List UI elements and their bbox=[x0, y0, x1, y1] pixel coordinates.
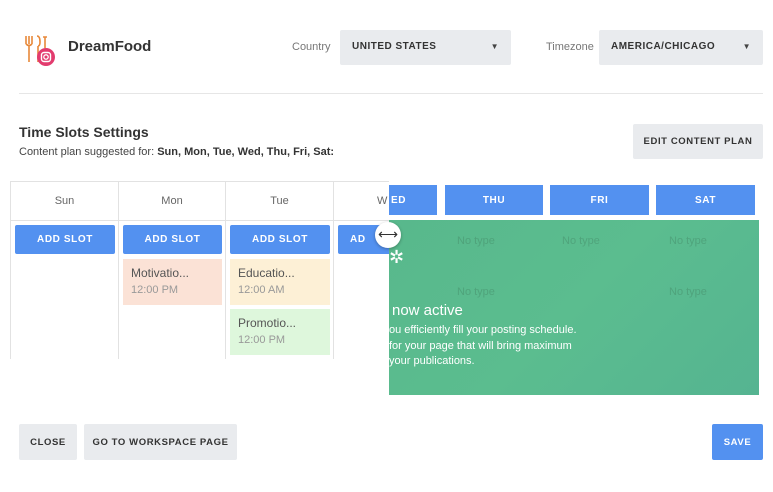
day-column-wed: W AD bbox=[334, 182, 389, 359]
slot-card[interactable]: Educatio... 12:00 AM bbox=[230, 259, 330, 305]
day-header-mon: Mon bbox=[119, 182, 225, 221]
day-header-sat: SAT bbox=[656, 185, 755, 215]
timezone-value: AMERICA/CHICAGO bbox=[611, 41, 716, 52]
save-button[interactable]: SAVE bbox=[712, 424, 763, 460]
day-header-tue: Tue bbox=[226, 182, 333, 221]
go-to-workspace-button[interactable]: GO TO WORKSPACE PAGE bbox=[84, 424, 237, 460]
day-header-thu: THU bbox=[445, 185, 543, 215]
chevron-down-icon: ▼ bbox=[490, 42, 499, 51]
brand-name: DreamFood bbox=[68, 38, 152, 55]
header-divider bbox=[19, 93, 763, 94]
resize-handle-icon[interactable]: ⟷ bbox=[375, 222, 401, 248]
day-column-sun: Sun ADD SLOT bbox=[11, 182, 119, 359]
plan-prefix: Content plan suggested for: bbox=[19, 146, 155, 158]
overlay-text-line: ou efficiently fill your posting schedul… bbox=[389, 324, 577, 336]
slot-title: Educatio... bbox=[238, 266, 295, 280]
sparkle-icon: ✲ bbox=[389, 247, 405, 267]
overlay-text-line: your publications. bbox=[389, 355, 475, 367]
slot-time: 12:00 AM bbox=[238, 284, 285, 296]
country-select[interactable]: UNITED STATES ▼ bbox=[340, 30, 511, 65]
ghost-slot: No type bbox=[669, 286, 707, 298]
overlay-text-line: for your page that will bring maximum bbox=[389, 340, 572, 352]
feature-overlay: ED THU FRI SAT No type No type No type N… bbox=[389, 181, 759, 395]
day-header-sun: Sun bbox=[11, 182, 118, 221]
slot-time: 12:00 PM bbox=[131, 284, 179, 296]
ghost-slot: No type bbox=[457, 286, 495, 298]
day-header-wed-blue: ED bbox=[389, 185, 437, 215]
day-header-fri: FRI bbox=[550, 185, 649, 215]
overlay-title: now active bbox=[392, 302, 463, 319]
ghost-slot: No type bbox=[669, 235, 707, 247]
add-slot-button-mon[interactable]: ADD SLOT bbox=[123, 225, 222, 254]
day-column-tue: Tue ADD SLOT Educatio... 12:00 AM Promot… bbox=[226, 182, 334, 359]
slot-card[interactable]: Motivatio... 12:00 PM bbox=[123, 259, 222, 305]
time-slots-grid: Sun ADD SLOT Mon ADD SLOT Motivatio... 1… bbox=[10, 181, 389, 359]
plan-days: Sun, Mon, Tue, Wed, Thu, Fri, Sat: bbox=[157, 146, 335, 158]
timezone-label: Timezone bbox=[546, 41, 594, 53]
edit-content-plan-button[interactable]: EDIT CONTENT PLAN bbox=[633, 124, 763, 159]
slot-title: Promotio... bbox=[238, 316, 297, 330]
dreamfood-page: DreamFood Country UNITED STATES ▼ Timezo… bbox=[0, 0, 773, 492]
day-column-mon: Mon ADD SLOT Motivatio... 12:00 PM bbox=[119, 182, 226, 359]
content-plan-text: Content plan suggested for: Sun, Mon, Tu… bbox=[19, 146, 334, 158]
ghost-slot: No type bbox=[457, 235, 495, 247]
chevron-down-icon: ▼ bbox=[742, 42, 751, 51]
country-value: UNITED STATES bbox=[352, 41, 437, 52]
slot-time: 12:00 PM bbox=[238, 334, 286, 346]
slot-title: Motivatio... bbox=[131, 266, 190, 280]
ghost-slot: No type bbox=[562, 235, 600, 247]
close-button[interactable]: CLOSE bbox=[19, 424, 77, 460]
add-slot-button-tue[interactable]: ADD SLOT bbox=[230, 225, 330, 254]
add-slot-button-sun[interactable]: ADD SLOT bbox=[15, 225, 115, 254]
settings-title: Time Slots Settings bbox=[19, 124, 149, 140]
day-header-wed: W bbox=[334, 182, 389, 221]
dreamfood-logo-icon bbox=[21, 32, 57, 68]
country-label: Country bbox=[292, 41, 331, 53]
slot-card[interactable]: Promotio... 12:00 PM bbox=[230, 309, 330, 355]
timezone-select[interactable]: AMERICA/CHICAGO ▼ bbox=[599, 30, 763, 65]
